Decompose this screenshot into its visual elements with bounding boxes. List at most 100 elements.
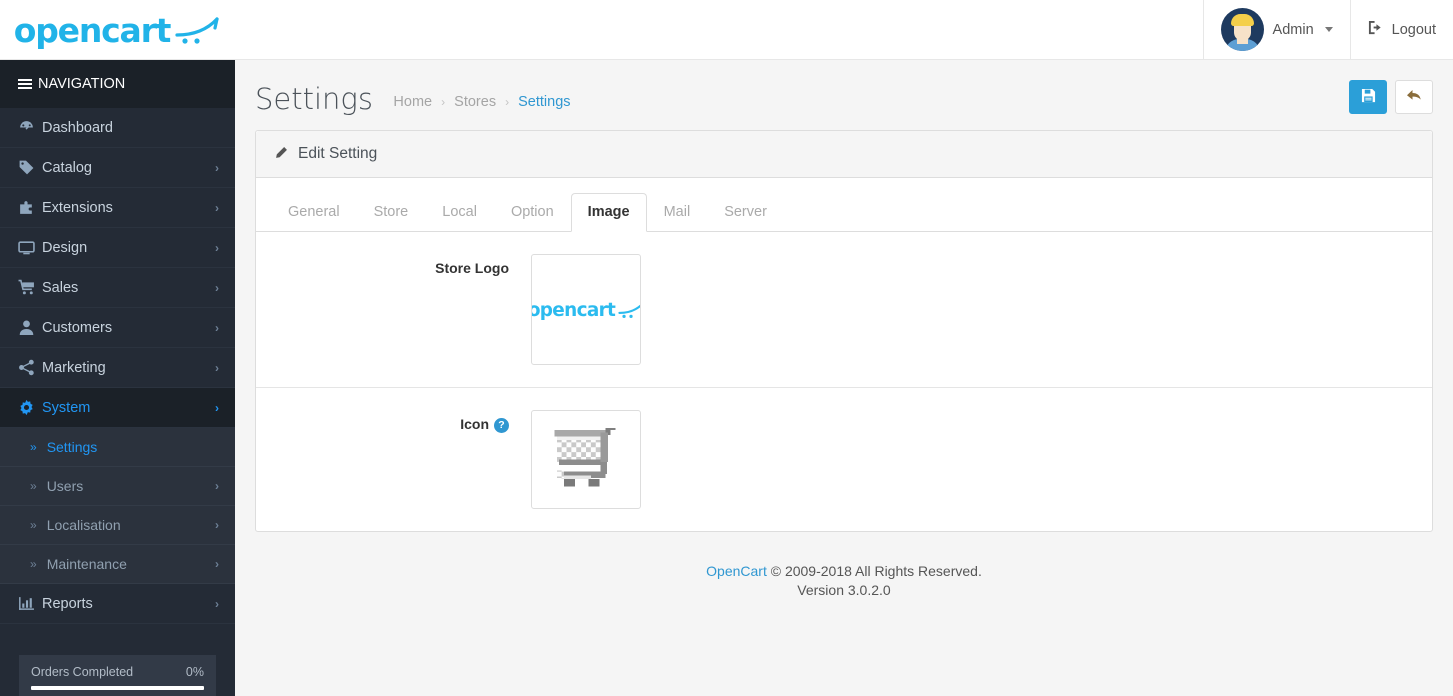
sidebar-item-extensions[interactable]: Extensions › [0,188,235,228]
footer-copyright-text: © 2009-2018 All Rights Reserved. [770,563,982,579]
orders-completed-widget: Orders Completed 0% [19,655,216,696]
bar-chart-icon [18,595,42,612]
form-row-icon: Icon? [256,388,1432,531]
orders-completed-percent: 0% [185,665,204,679]
footer-opencart-link[interactable]: OpenCart [706,563,767,579]
puzzle-icon [18,199,42,216]
sidebar-sublabel: Settings [46,439,98,455]
page-action-buttons [1349,80,1433,114]
chevron-right-icon: › [215,360,219,375]
sidebar-item-system[interactable]: System › [0,388,235,428]
breadcrumb-separator: › [505,95,510,109]
cart-icon [18,279,42,296]
sidebar-sublabel: Maintenance [46,556,127,572]
sidebar-label: Sales [42,279,79,296]
brand-logo[interactable]: opencart [0,0,235,60]
sidebar-sublabel: Localisation [46,517,121,533]
sidebar-label: Reports [42,595,93,612]
store-logo-thumbnail[interactable]: opencart [531,254,641,365]
page-title: Settings [255,82,373,116]
header-right-group: Admin Logout [1202,0,1453,59]
tab-mail[interactable]: Mail [647,193,708,232]
double-chevron-icon: » [30,440,37,454]
back-button[interactable] [1395,80,1433,114]
tab-image[interactable]: Image [570,193,647,232]
gear-icon [18,399,42,416]
sidebar-item-sales[interactable]: Sales › [0,268,235,308]
tab-option[interactable]: Option [494,193,571,232]
double-chevron-icon: » [30,479,37,493]
breadcrumb: Home › Stores › Settings [393,94,570,110]
sidebar-label: Marketing [42,359,106,376]
chevron-right-icon: › [215,557,219,571]
settings-tabs: General Store Local Option Image Mail Se… [256,178,1432,232]
chevron-right-icon: › [215,280,219,295]
tab-store[interactable]: Store [357,193,426,232]
orders-completed-label: Orders Completed [31,665,134,679]
opencart-swoosh-icon [175,15,221,45]
sidebar-item-customers[interactable]: Customers › [0,308,235,348]
tab-panel-image: Store Logo opencart Icon ? [256,232,1432,531]
navigation-title: NAVIGATION [38,76,126,92]
double-chevron-icon: » [30,518,37,532]
store-logo-label-text: Store Logo [435,260,509,276]
form-row-store-logo: Store Logo opencart [256,232,1432,388]
tag-icon [18,159,42,176]
chevron-right-icon: › [215,200,219,215]
avatar [1220,8,1264,51]
sidebar-subitem-settings[interactable]: » Settings [0,428,235,467]
sidebar-subitem-users[interactable]: » Users › [0,467,235,506]
chevron-right-icon: › [215,160,219,175]
tab-local[interactable]: Local [425,193,494,232]
logout-label: Logout [1391,21,1436,38]
tab-general[interactable]: General [271,193,357,232]
sidebar-item-reports[interactable]: Reports › [0,584,235,624]
tab-server[interactable]: Server [707,193,784,232]
floppy-save-icon [1361,88,1376,107]
opencart-logo: opencart [14,11,221,50]
top-header: opencart Admin Logout [0,0,1453,60]
sidebar-label: Catalog [42,159,92,176]
favicon-cart-image [547,418,625,501]
breadcrumb-item-stores[interactable]: Stores [454,94,496,110]
logout-button[interactable]: Logout [1349,0,1453,59]
panel-heading: Edit Setting [256,131,1432,178]
icon-label-text: Icon [460,416,489,432]
sidebar-subitem-localisation[interactable]: » Localisation › [0,506,235,545]
chevron-right-icon: › [215,518,219,532]
store-logo-wordmark: opencart [531,298,615,321]
pencil-icon [274,146,288,163]
share-icon [18,359,42,376]
double-chevron-icon: » [30,557,37,571]
reply-arrow-icon [1406,88,1422,107]
help-icon[interactable]: ? [494,417,509,433]
store-logo-image: opencart [531,298,640,321]
sidebar-label: Customers [42,319,113,336]
sidebar-label: Dashboard [42,119,113,136]
monitor-icon [18,239,42,256]
favicon-thumbnail[interactable] [531,410,641,509]
breadcrumb-item-home[interactable]: Home [393,94,432,110]
breadcrumb-item-settings[interactable]: Settings [518,94,570,110]
chevron-right-icon: › [215,596,219,611]
chevron-right-icon: › [215,400,219,415]
sidebar-item-marketing[interactable]: Marketing › [0,348,235,388]
save-button[interactable] [1349,80,1387,114]
sidebar-item-catalog[interactable]: Catalog › [0,148,235,188]
sidebar-label: System [42,399,91,416]
sidebar-item-design[interactable]: Design › [0,228,235,268]
sidebar-label: Design [42,239,88,256]
sidebar-item-dashboard[interactable]: Dashboard [0,108,235,148]
store-logo-label: Store Logo [271,254,531,276]
sidebar: NAVIGATION Dashboard Catalog › Extension… [0,60,235,696]
logout-icon [1368,20,1383,39]
footer-copyright-line: OpenCart © 2009-2018 All Rights Reserved… [235,562,1453,581]
sidebar-subitem-maintenance[interactable]: » Maintenance › [0,545,235,584]
user-menu-button[interactable]: Admin [1202,0,1350,59]
chevron-right-icon: › [215,479,219,493]
chevron-right-icon: › [215,240,219,255]
sidebar-label: Extensions [42,199,113,216]
chevron-right-icon: › [215,320,219,335]
footer-version: Version 3.0.2.0 [797,582,891,598]
navigation-header[interactable]: NAVIGATION [0,60,235,108]
